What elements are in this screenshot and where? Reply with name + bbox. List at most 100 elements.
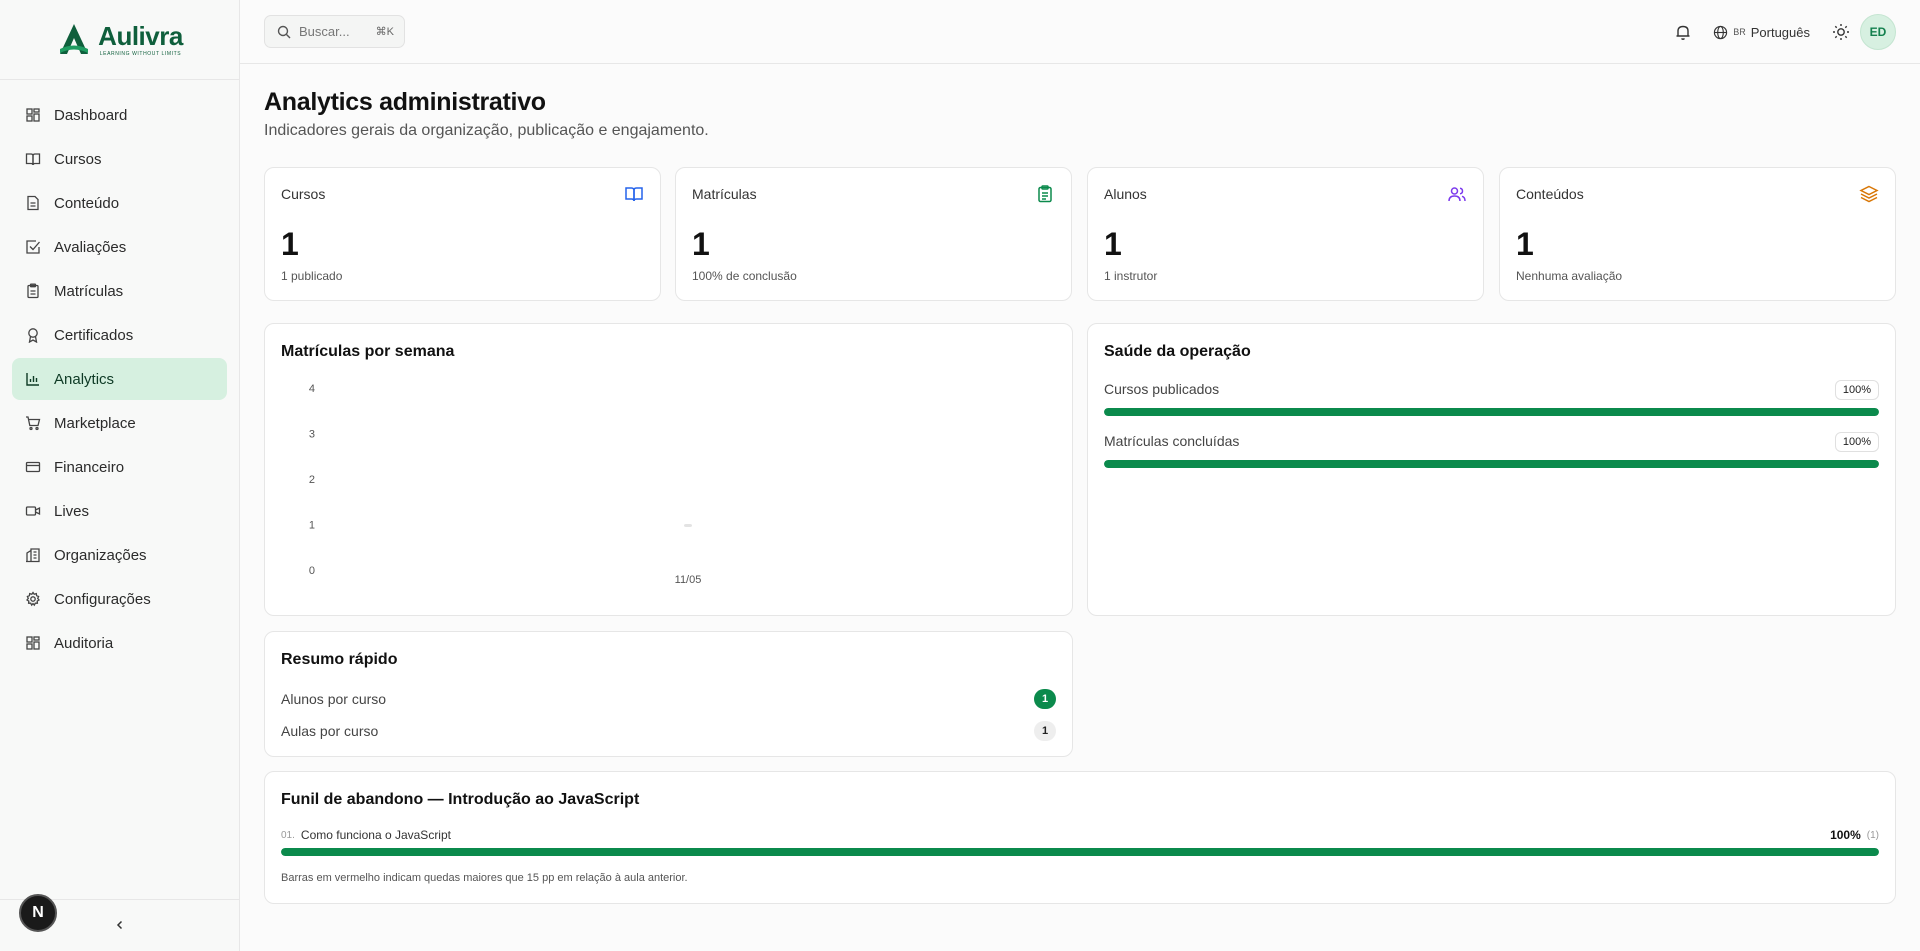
stat-label: Cursos bbox=[281, 186, 326, 202]
sidebar-item-label: Auditoria bbox=[54, 634, 114, 652]
credit-card-icon bbox=[25, 461, 41, 473]
sidebar-item-organizacoes[interactable]: Organizações bbox=[12, 534, 227, 576]
summary-badge-students-per-course: 1 bbox=[1034, 689, 1056, 709]
funnel-bar bbox=[281, 848, 1879, 856]
summary-label-students-per-course: Alunos por curso bbox=[281, 691, 387, 707]
sidebar-item-label: Analytics bbox=[54, 370, 115, 388]
funnel-lesson-row: 01. Como funciona o JavaScript bbox=[281, 828, 451, 842]
search-shortcut: ⌘K bbox=[375, 26, 394, 38]
summary-title: Resumo rápido bbox=[281, 651, 398, 668]
building-icon bbox=[26, 548, 40, 563]
book-open-icon bbox=[25, 153, 41, 166]
stat-card-conteudos: Conteúdos 1 Nenhuma avaliação bbox=[1499, 167, 1896, 301]
sidebar-item-label: Matrículas bbox=[54, 282, 124, 300]
enrollments-chart: 4 3 2 1 0 11/05 bbox=[309, 383, 702, 586]
page-title: Analytics administrativo bbox=[264, 88, 546, 116]
language-selector[interactable]: BR Português bbox=[1713, 25, 1810, 40]
sidebar-item-analytics[interactable]: Analytics bbox=[12, 358, 227, 400]
page-subtitle: Indicadores gerais da organização, publi… bbox=[264, 122, 709, 139]
stat-card-matriculas: Matrículas 1 100% de conclusão bbox=[675, 167, 1072, 301]
brand-tagline: LEARNING WITHOUT LIMITS bbox=[99, 50, 182, 57]
summary-badge-lessons-per-course: 1 bbox=[1034, 721, 1056, 741]
search-button[interactable]: Buscar... ⌘K bbox=[264, 15, 405, 48]
x-tick-label: 11/05 bbox=[675, 574, 702, 586]
sidebar-item-label: Certificados bbox=[54, 326, 134, 344]
stat-value: 1 bbox=[692, 226, 710, 262]
search-placeholder: Buscar... bbox=[299, 24, 350, 39]
health-bar-fill bbox=[1104, 408, 1879, 416]
y-tick-label: 0 bbox=[309, 565, 315, 577]
sidebar-item-marketplace[interactable]: Marketplace bbox=[12, 402, 227, 444]
stat-label: Matrículas bbox=[692, 186, 757, 202]
sidebar-item-avaliacoes[interactable]: Avaliações bbox=[12, 226, 227, 268]
shopping-cart-icon bbox=[26, 416, 41, 431]
brand-name: Aulivra bbox=[98, 20, 183, 51]
globe-icon bbox=[1714, 25, 1728, 39]
y-tick-label: 1 bbox=[309, 520, 315, 532]
file-text-icon bbox=[27, 195, 39, 211]
health-bar-fill bbox=[1104, 460, 1879, 468]
grid-icon bbox=[26, 108, 40, 122]
bell-icon[interactable] bbox=[1673, 22, 1693, 42]
collapse-sidebar-button[interactable] bbox=[110, 915, 130, 935]
sidebar-item-label: Marketplace bbox=[54, 414, 136, 432]
sidebar-item-label: Configurações bbox=[54, 590, 151, 608]
funnel-note: Barras em vermelho indicam quedas maiore… bbox=[281, 872, 688, 884]
sidebar-item-label: Cursos bbox=[54, 150, 102, 168]
stat-subtext: 100% de conclusão bbox=[692, 269, 797, 283]
funnel-lesson-pct-value: 100% bbox=[1830, 828, 1861, 842]
sidebar-item-dashboard[interactable]: Dashboard bbox=[12, 94, 227, 136]
dev-tools-badge[interactable]: N bbox=[19, 894, 57, 932]
stat-value: 1 bbox=[1516, 226, 1534, 262]
theme-toggle-icon[interactable] bbox=[1832, 23, 1850, 41]
chevron-left-icon bbox=[116, 920, 123, 930]
topbar: Buscar... ⌘K BR Português ED bbox=[240, 0, 1920, 64]
funnel-lesson-name: Como funciona o JavaScript bbox=[300, 828, 451, 842]
logo-mark-icon bbox=[60, 23, 89, 54]
bar-chart-icon bbox=[26, 373, 39, 386]
dropoff-funnel-card: Funil de abandono — Introdução ao JavaSc… bbox=[264, 771, 1896, 904]
search-icon bbox=[277, 25, 291, 38]
stat-value: 1 bbox=[1104, 226, 1122, 262]
sidebar: Aulivra LEARNING WITHOUT LIMITS Dashboar… bbox=[0, 0, 240, 951]
health-title: Saúde da operação bbox=[1104, 343, 1251, 360]
settings-icon bbox=[26, 591, 40, 607]
health-pct-completed: 100% bbox=[1834, 432, 1879, 452]
sidebar-item-label: Avaliações bbox=[54, 238, 127, 256]
funnel-lesson-count: (1) bbox=[1866, 829, 1879, 841]
sidebar-item-matriculas[interactable]: Matrículas bbox=[12, 270, 227, 312]
chart-bar[interactable] bbox=[684, 524, 692, 527]
summary-label-lessons-per-course: Aulas por curso bbox=[281, 723, 379, 739]
book-open-icon bbox=[625, 187, 643, 202]
sidebar-item-auditoria[interactable]: Auditoria bbox=[12, 622, 227, 664]
sidebar-item-conteudo[interactable]: Conteúdo bbox=[12, 182, 227, 224]
grid-icon bbox=[26, 636, 40, 650]
health-bar-completed bbox=[1104, 460, 1879, 468]
stat-label: Conteúdos bbox=[1516, 186, 1584, 202]
stat-subtext: 1 publicado bbox=[281, 269, 343, 283]
layers-icon bbox=[1859, 185, 1879, 203]
y-tick-label: 4 bbox=[309, 383, 315, 395]
users-icon bbox=[1448, 187, 1466, 202]
sidebar-item-configuracoes[interactable]: Configurações bbox=[12, 578, 227, 620]
health-label-published: Cursos publicados bbox=[1104, 381, 1220, 397]
sidebar-item-label: Organizações bbox=[54, 546, 147, 564]
sidebar-item-cursos[interactable]: Cursos bbox=[12, 138, 227, 180]
clipboard-icon bbox=[27, 283, 39, 299]
video-icon bbox=[25, 506, 41, 516]
clipboard-icon bbox=[1038, 185, 1052, 203]
brand-logo[interactable]: Aulivra LEARNING WITHOUT LIMITS bbox=[0, 0, 239, 80]
health-label-completed: Matrículas concluídas bbox=[1104, 433, 1240, 449]
health-bar-published bbox=[1104, 408, 1879, 416]
stat-value: 1 bbox=[281, 226, 299, 262]
sidebar-item-financeiro[interactable]: Financeiro bbox=[12, 446, 227, 488]
sidebar-item-lives[interactable]: Lives bbox=[12, 490, 227, 532]
sidebar-item-label: Financeiro bbox=[54, 458, 125, 476]
stat-card-cursos: Cursos 1 1 publicado bbox=[264, 167, 661, 301]
sidebar-item-certificados[interactable]: Certificados bbox=[12, 314, 227, 356]
funnel-bar-fill bbox=[281, 848, 1879, 856]
sidebar-item-label: Conteúdo bbox=[54, 194, 120, 212]
operation-health-card: Saúde da operação Cursos publicados 100%… bbox=[1087, 323, 1896, 616]
stat-subtext: Nenhuma avaliação bbox=[1516, 269, 1623, 283]
user-avatar[interactable]: ED bbox=[1860, 14, 1896, 50]
